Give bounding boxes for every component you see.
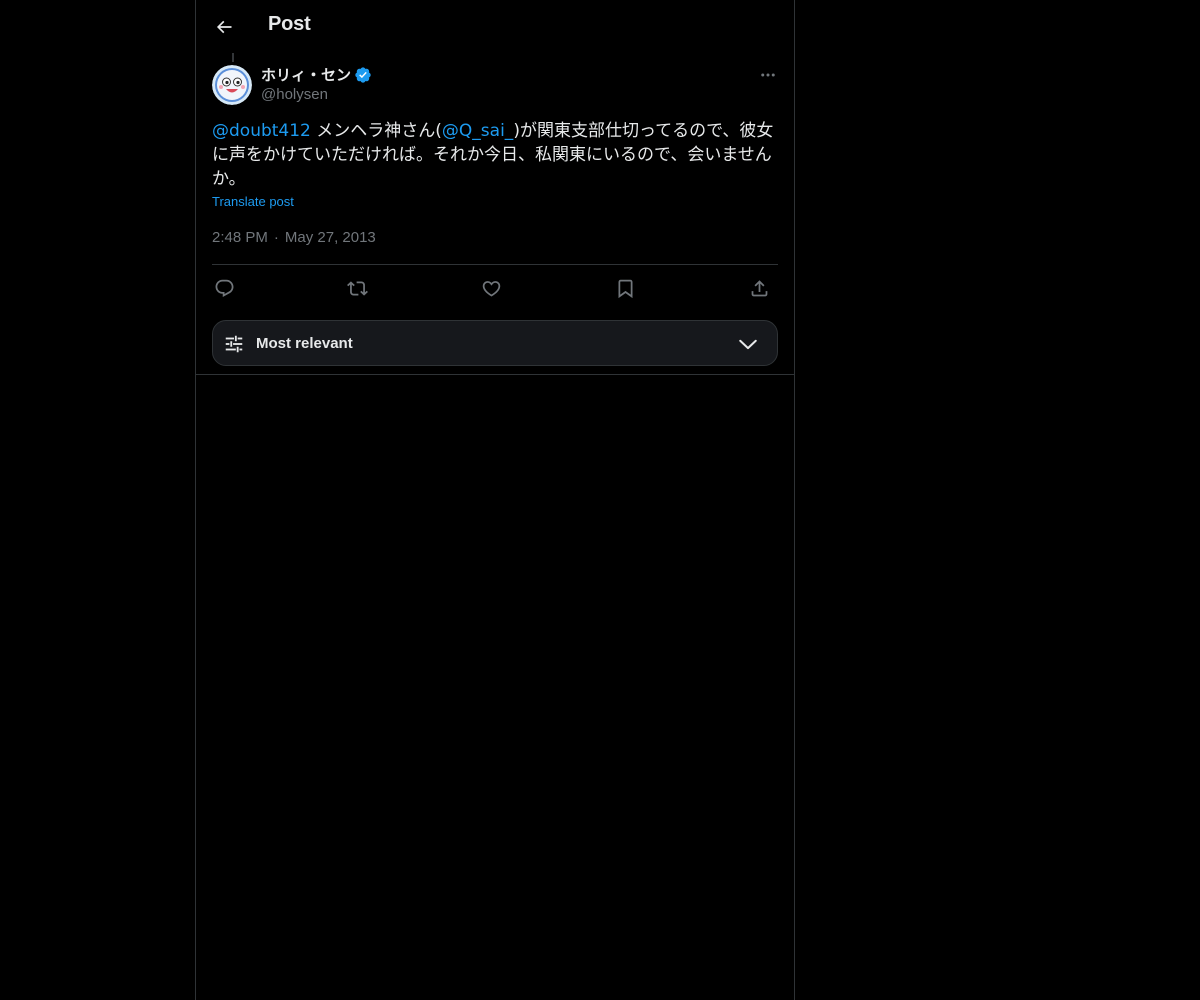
sort-replies-dropdown[interactable]: Most relevant <box>212 320 778 366</box>
sort-label: Most relevant <box>256 335 353 352</box>
post-date[interactable]: May 27, 2013 <box>285 229 376 246</box>
verified-badge-icon[interactable] <box>354 66 372 84</box>
chevron-down-icon <box>739 339 757 350</box>
back-button[interactable] <box>208 11 240 43</box>
reply-icon <box>215 279 233 297</box>
bookmark-button[interactable] <box>613 276 637 300</box>
divider <box>212 264 778 265</box>
repost-icon <box>346 280 368 296</box>
page-title: Post <box>268 13 311 35</box>
avatar[interactable] <box>212 65 252 105</box>
action-bar <box>212 272 778 304</box>
mention-link[interactable]: @Q_sai_ <box>442 121 513 141</box>
share-button[interactable] <box>747 276 771 300</box>
post-text-segment: メンヘラ神さん( <box>310 121 442 141</box>
main-column: Post ホリィ・セン @holysen @doubt412 メンヘラ神さん(@… <box>195 0 795 1000</box>
handle[interactable]: @holysen <box>261 86 372 103</box>
translate-post-link[interactable]: Translate post <box>212 194 294 209</box>
repost-button[interactable] <box>345 276 369 300</box>
display-name-row: ホリィ・セン <box>261 64 372 85</box>
post-meta: 2:48 PM · May 27, 2013 <box>212 229 376 246</box>
post-text: @doubt412 メンヘラ神さん(@Q_sai_)が関東支部仕切ってるので、彼… <box>212 119 778 191</box>
thread-line <box>232 53 234 62</box>
display-name[interactable]: ホリィ・セン <box>261 64 351 85</box>
mention-link[interactable]: @doubt412 <box>212 121 311 141</box>
post-time[interactable]: 2:48 PM <box>212 229 268 246</box>
arrow-left-icon <box>216 20 232 34</box>
section-divider <box>196 374 794 375</box>
like-icon <box>482 280 500 297</box>
meta-separator: · <box>273 229 279 246</box>
sliders-icon <box>225 335 243 353</box>
author-info: ホリィ・セン @holysen <box>261 64 372 103</box>
header: Post <box>196 0 794 53</box>
like-button[interactable] <box>479 276 503 300</box>
more-icon <box>761 73 775 77</box>
bookmark-icon <box>618 279 632 298</box>
share-icon <box>751 279 767 296</box>
more-options-button[interactable] <box>754 64 782 86</box>
reply-button[interactable] <box>212 276 236 300</box>
avatar-image <box>212 65 252 105</box>
